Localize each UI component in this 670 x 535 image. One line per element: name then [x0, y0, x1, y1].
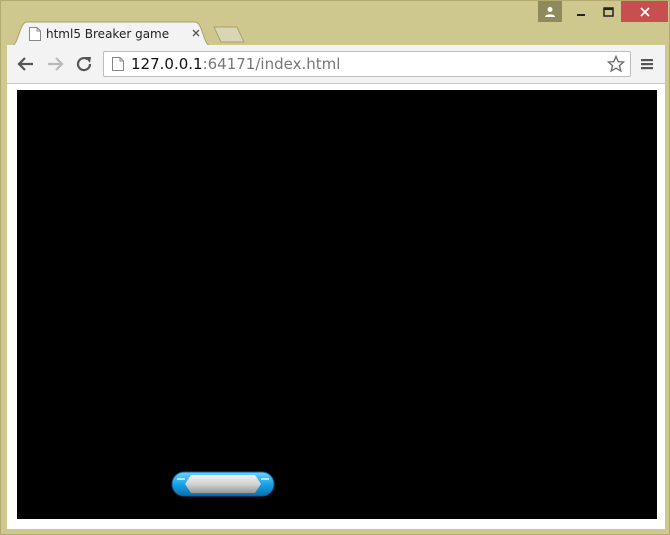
forward-arrow-icon: [48, 57, 64, 71]
paddle[interactable]: [171, 471, 275, 497]
browser-window: html5 Breaker game 127.0.0.1:64171/index…: [0, 0, 670, 535]
page-icon: [112, 57, 124, 71]
menu-button[interactable]: [637, 54, 657, 74]
person-icon: [545, 6, 555, 17]
hamburger-menu-icon: [641, 59, 653, 70]
address-bar[interactable]: 127.0.0.1:64171/index.html: [103, 51, 631, 77]
new-tab-button[interactable]: [213, 26, 245, 43]
back-button[interactable]: [15, 53, 37, 75]
profile-button[interactable]: [538, 1, 562, 22]
back-arrow-icon: [17, 57, 33, 71]
url-path: :64171/index.html: [202, 55, 341, 73]
url-host: 127.0.0.1: [131, 55, 203, 73]
bookmark-button[interactable]: [606, 54, 626, 74]
url-text: 127.0.0.1:64171/index.html: [131, 55, 340, 73]
reload-button[interactable]: [73, 53, 95, 75]
close-icon: [639, 6, 650, 17]
page-icon: [29, 27, 41, 41]
game-canvas[interactable]: [17, 90, 657, 519]
tab-title: html5 Breaker game: [46, 27, 170, 41]
maximize-button[interactable]: [595, 1, 621, 22]
maximize-icon: [602, 6, 614, 17]
forward-button[interactable]: [44, 53, 66, 75]
star-icon: [607, 55, 625, 73]
tab-active[interactable]: html5 Breaker game: [11, 21, 211, 46]
page-viewport: [7, 84, 665, 529]
close-icon: [192, 29, 200, 37]
toolbar: 127.0.0.1:64171/index.html: [7, 45, 665, 84]
minimize-button[interactable]: [568, 1, 594, 22]
reload-icon: [76, 56, 92, 72]
tab-close-button[interactable]: [189, 26, 203, 40]
close-window-button[interactable]: [621, 1, 668, 22]
minimize-icon: [577, 13, 585, 16]
